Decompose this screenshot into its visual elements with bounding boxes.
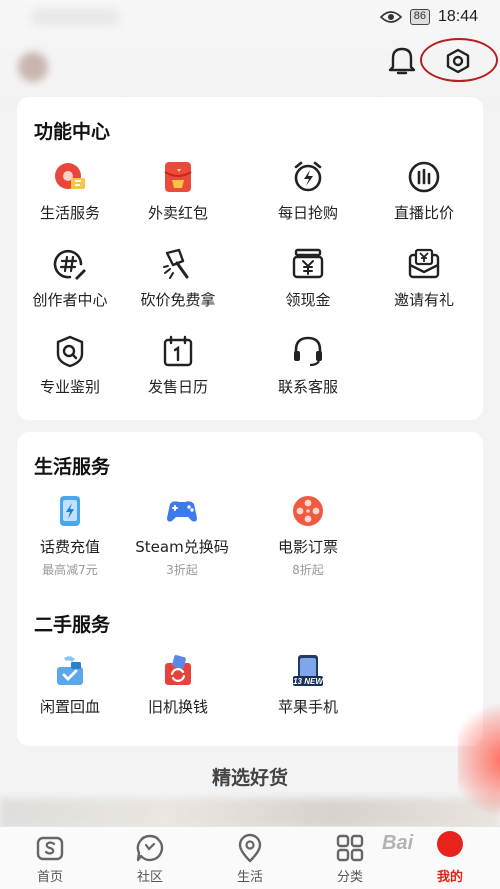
grid-item-label: 每日抢购 [277,204,338,222]
film-reel-icon [293,496,323,526]
grid-item-label: Steam兑换码 [135,538,229,556]
headset-icon [294,336,322,367]
grid-item-trade-in[interactable]: 旧机换钱 [123,654,233,717]
featured-title: 精选好货 [211,767,288,789]
watermark: Bai [382,832,414,854]
nav-label: 社区 [136,870,163,885]
life-service-icon [55,163,85,189]
blurred-username [30,8,120,26]
cash-box-icon [292,248,324,279]
grid-item-label: 砍价免费拿 [140,291,216,309]
nav-label: 首页 [36,870,63,885]
floating-red-element [458,700,500,820]
location-icon [238,833,262,863]
grid-item-iphone[interactable]: 13 NEW 苹果手机 [253,654,363,717]
bargain-axe-icon [163,248,189,279]
red-envelope-icon [164,162,192,192]
grid-item-label: 发售日历 [147,378,208,396]
nav-label: 生活 [236,870,263,885]
grid-item-label: 生活服务 [39,204,100,222]
grid-item-invite[interactable]: 邀请有礼 [369,247,479,310]
grid-item-label: 联系客服 [277,378,338,396]
grid-item-get-cash[interactable]: 领现金 [253,247,363,310]
profile-icon [437,831,463,857]
function-center-card: 功能中心 生活服务 外卖红包 每日抢购 直播比价 创作者中心 砍价免费拿 领现金… [17,97,483,420]
creator-hashtag-icon [53,249,86,280]
grid-item-sub: 3折起 [166,563,198,577]
nav-life[interactable]: 生活 [200,827,300,889]
grid-item-label: 创作者中心 [32,291,108,309]
grid-item-label: 话费充值 [39,538,100,556]
bell-icon[interactable] [388,44,416,76]
live-compare-icon [408,161,440,193]
grid-item-live-compare[interactable]: 直播比价 [369,160,479,223]
iphone-icon: 13 NEW [293,655,324,686]
nav-label: 分类 [336,870,363,885]
eye-icon [379,11,402,23]
home-icon [36,836,64,861]
grid-item-bargain[interactable]: 砍价免费拿 [123,247,233,310]
life-service-title: 生活服务 [34,456,111,478]
battery-level: 86 [409,9,430,25]
gamepad-icon [167,501,197,522]
status-bar: 86 18:44 [379,6,478,28]
nav-profile[interactable]: 我的 [400,827,500,889]
appraisal-icon [56,335,84,368]
idle-box-icon [57,656,83,685]
grid-item-movie-ticket[interactable]: 电影订票 8折起 [253,494,363,578]
phone-recharge-icon [60,496,80,526]
grid-item-label: 直播比价 [393,204,454,222]
avatar[interactable] [18,52,48,82]
grid-item-label: 旧机换钱 [147,698,208,716]
calendar-icon [163,335,193,367]
nav-community[interactable]: 社区 [100,827,200,889]
services-card: 生活服务 话费充值 最高减7元 Steam兑换码 3折起 电影订票 8折起 二手 [17,432,483,746]
trade-in-icon [165,655,191,685]
grid-item-label: 外卖红包 [147,204,208,222]
settings-hexagon-icon[interactable] [445,48,471,74]
grid-item-release-calendar[interactable]: 发售日历 [123,334,233,397]
category-grid-icon [336,834,364,862]
invite-envelope-icon [408,248,440,279]
grid-item-steam-code[interactable]: Steam兑换码 3折起 [127,494,237,578]
grid-item-label: 电影订票 [277,538,338,556]
grid-item-customer-service[interactable]: 联系客服 [253,334,363,397]
grid-item-label: 邀请有礼 [393,291,454,309]
second-hand-title: 二手服务 [34,614,111,636]
grid-item-appraisal[interactable]: 专业鉴别 [15,334,125,397]
grid-item-phone-recharge[interactable]: 话费充值 最高减7元 [15,494,125,578]
community-icon [136,834,164,862]
nav-label: 我的 [436,870,463,885]
alarm-flash-icon [294,161,322,192]
grid-item-red-envelope[interactable]: 外卖红包 [123,160,233,223]
grid-item-label: 苹果手机 [277,698,338,716]
grid-item-sub: 8折起 [292,563,324,577]
grid-item-label: 领现金 [285,291,331,309]
nav-home[interactable]: 首页 [0,827,100,889]
grid-item-idle-resell[interactable]: 闲置回血 [15,654,125,717]
function-center-title: 功能中心 [34,121,111,143]
status-time: 18:44 [437,8,478,25]
grid-item-sub: 最高减7元 [42,563,98,577]
grid-item-label: 专业鉴别 [39,378,100,396]
bottom-nav: 首页 社区 生活 分类 我的 [0,826,500,889]
grid-item-creator-center[interactable]: 创作者中心 [15,247,125,310]
grid-item-label: 闲置回血 [39,698,100,716]
iphone-badge: 13 NEW [293,677,324,686]
grid-item-life-service[interactable]: 生活服务 [15,160,125,223]
grid-item-daily-flash[interactable]: 每日抢购 [253,160,363,223]
